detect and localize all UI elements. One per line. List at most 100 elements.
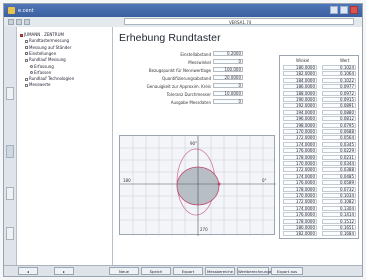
tree-item[interactable]: Erfassung — [30, 64, 54, 69]
angle-cell[interactable]: 198.0000 — [283, 122, 317, 128]
tree-item[interactable]: Messung auf Ständer — [25, 45, 71, 50]
parameter-input[interactable]: 0 — [213, 99, 243, 104]
version-field[interactable]: VERSA1.74 — [124, 18, 354, 25]
label-left: 180 — [123, 178, 131, 183]
value-cell[interactable]: 0.0564 — [322, 135, 356, 141]
angle-cell[interactable]: 178.0000 — [283, 218, 317, 224]
value-cell[interactable]: 0.1022 — [322, 77, 356, 83]
value-cell[interactable]: 0.0229 — [322, 148, 356, 154]
tree-item-label: Rundtastermessung — [29, 38, 70, 44]
rail-button-1[interactable] — [6, 87, 14, 100]
angle-cell[interactable]: 180.0000 — [283, 225, 317, 230]
value-cell[interactable]: 0.1034 — [322, 193, 356, 198]
angle-cell[interactable]: 182.0000 — [283, 231, 317, 237]
tree-item[interactable]: Rundlauf Technologien — [25, 76, 74, 81]
value-cell[interactable]: 0.0915 — [322, 97, 356, 102]
rail-button-2[interactable] — [6, 145, 14, 158]
value-cell[interactable]: 0.1684 — [322, 231, 356, 237]
parameter-input[interactable]: 20.0000 — [213, 75, 243, 80]
value-cell[interactable]: 0.0589 — [322, 180, 356, 186]
value-cell[interactable]: 0.0812 — [322, 116, 356, 122]
value-cell[interactable]: 0.1064 — [322, 71, 356, 77]
rail-button-3[interactable] — [6, 187, 14, 200]
angle-cell[interactable]: 174.0000 — [283, 205, 317, 211]
value-cell[interactable]: 0.1082 — [322, 199, 356, 205]
tree-item-label: Rundlauf Messung — [29, 57, 66, 63]
angle-cell[interactable]: 196.0000 — [283, 116, 317, 122]
toolbar-forward-icon[interactable] — [16, 19, 22, 25]
angle-cell[interactable]: 170.0000 — [283, 129, 317, 134]
value-cell[interactable]: 0.0732 — [322, 186, 356, 192]
angle-cell[interactable]: 172.0000 — [283, 199, 317, 205]
tree-item[interactable]: Messwerte — [25, 82, 51, 87]
bottom-button-bar: ◂ ▸ Neue ErhebungSpeich ErhebungExport E… — [4, 265, 362, 276]
value-cell[interactable]: 0.1024 — [322, 65, 356, 70]
tree-item[interactable]: JUMANN . ZENTRUM — [20, 32, 64, 37]
parameter-input[interactable]: 0.2000 — [213, 51, 243, 56]
value-cell[interactable]: 0.0795 — [322, 122, 356, 128]
tree-item[interactable]: Erfassen — [30, 70, 51, 75]
action-button[interactable]: Messbereiche — [205, 267, 235, 275]
value-cell[interactable]: 0.0688 — [322, 129, 356, 134]
angle-cell[interactable]: 194.0000 — [283, 109, 317, 115]
parameter-input[interactable]: 0 — [213, 83, 243, 88]
angle-cell[interactable]: 170.0000 — [283, 193, 317, 198]
parameter-input[interactable]: 0 — [213, 59, 243, 64]
value-cell[interactable]: 0.1651 — [322, 225, 356, 230]
angle-cell[interactable]: 188.0000 — [283, 90, 317, 96]
parameter-label: Genauigkeit zur Approxim. Kreis — [146, 83, 211, 89]
angle-cell[interactable]: 172.0000 — [283, 135, 317, 141]
angle-cell[interactable]: 176.0000 — [283, 212, 317, 218]
value-cell[interactable]: 0.0485 — [322, 173, 356, 179]
value-cell[interactable]: 0.0972 — [322, 90, 356, 96]
action-button[interactable]: Neue Erhebung — [109, 267, 139, 275]
value-cell[interactable]: 0.1304 — [322, 205, 356, 211]
angle-cell[interactable]: 190.0000 — [283, 97, 317, 102]
angle-cell[interactable]: 176.0000 — [283, 148, 317, 154]
maximize-button[interactable] — [340, 6, 348, 14]
angle-cell[interactable]: 174.0000 — [283, 141, 317, 147]
value-cell[interactable]: 0.0880 — [322, 109, 356, 115]
tree-item-label: JUMANN . ZENTRUM — [24, 32, 64, 37]
value-cell[interactable]: 0.0977 — [322, 84, 356, 90]
expand-icon — [25, 83, 28, 87]
angle-cell[interactable]: 180.0000 — [283, 65, 317, 70]
tree-item[interactable]: Rundlauf Messung — [25, 57, 66, 62]
value-cell[interactable]: 0.0344 — [322, 161, 356, 166]
angle-cell[interactable]: 178.0000 — [283, 154, 317, 160]
tree-item[interactable]: Einstellungen — [25, 51, 56, 56]
measurement-graph: 90° 180 0° 270 — [119, 135, 276, 236]
label-top: 90° — [190, 141, 197, 146]
minimize-button[interactable] — [330, 6, 338, 14]
angle-cell[interactable]: 176.0000 — [283, 180, 317, 186]
nav-next-button[interactable]: ▸ — [54, 267, 74, 275]
value-cell[interactable]: 0.1414 — [322, 212, 356, 218]
value-cell[interactable]: 0.0891 — [322, 103, 356, 109]
main-panel: Erhebung Rundtaster Einstellabstand 0.200… — [113, 27, 362, 266]
action-button[interactable]: Wertberechnungen — [237, 267, 274, 275]
angle-cell[interactable]: 174.0000 — [283, 173, 317, 179]
action-button[interactable]: Speich Erhebung — [141, 267, 171, 275]
toolbar-home-icon[interactable] — [24, 19, 30, 25]
action-button[interactable]: Export aus Ges. — [271, 267, 303, 275]
nav-prev-button[interactable]: ◂ — [18, 267, 38, 275]
value-cell[interactable]: 0.0345 — [322, 141, 356, 147]
value-cell[interactable]: 0.1512 — [322, 218, 356, 224]
parameter-input[interactable]: 10.0000 — [213, 91, 243, 96]
value-cell[interactable]: 0.0388 — [322, 167, 356, 173]
angle-cell[interactable]: 186.0000 — [283, 84, 317, 90]
parameter-input[interactable]: 100.000 — [213, 67, 243, 72]
angle-cell[interactable]: 192.0000 — [283, 103, 317, 109]
angle-cell[interactable]: 182.0000 — [283, 71, 317, 77]
angle-cell[interactable]: 184.0000 — [283, 77, 317, 83]
angle-cell[interactable]: 178.0000 — [283, 186, 317, 192]
close-button[interactable] — [350, 6, 358, 14]
parameter-row: Einstellabstand 0.2000 — [113, 51, 245, 57]
toolbar-back-icon[interactable] — [8, 19, 14, 25]
action-button[interactable]: Export Erhebung — [173, 267, 203, 275]
value-cell[interactable]: 0.0231 — [322, 154, 356, 160]
angle-cell[interactable]: 170.0000 — [283, 161, 317, 166]
rail-button-4[interactable] — [6, 227, 14, 240]
tree-item[interactable]: Rundtastermessung — [25, 38, 69, 43]
angle-cell[interactable]: 172.0000 — [283, 167, 317, 173]
